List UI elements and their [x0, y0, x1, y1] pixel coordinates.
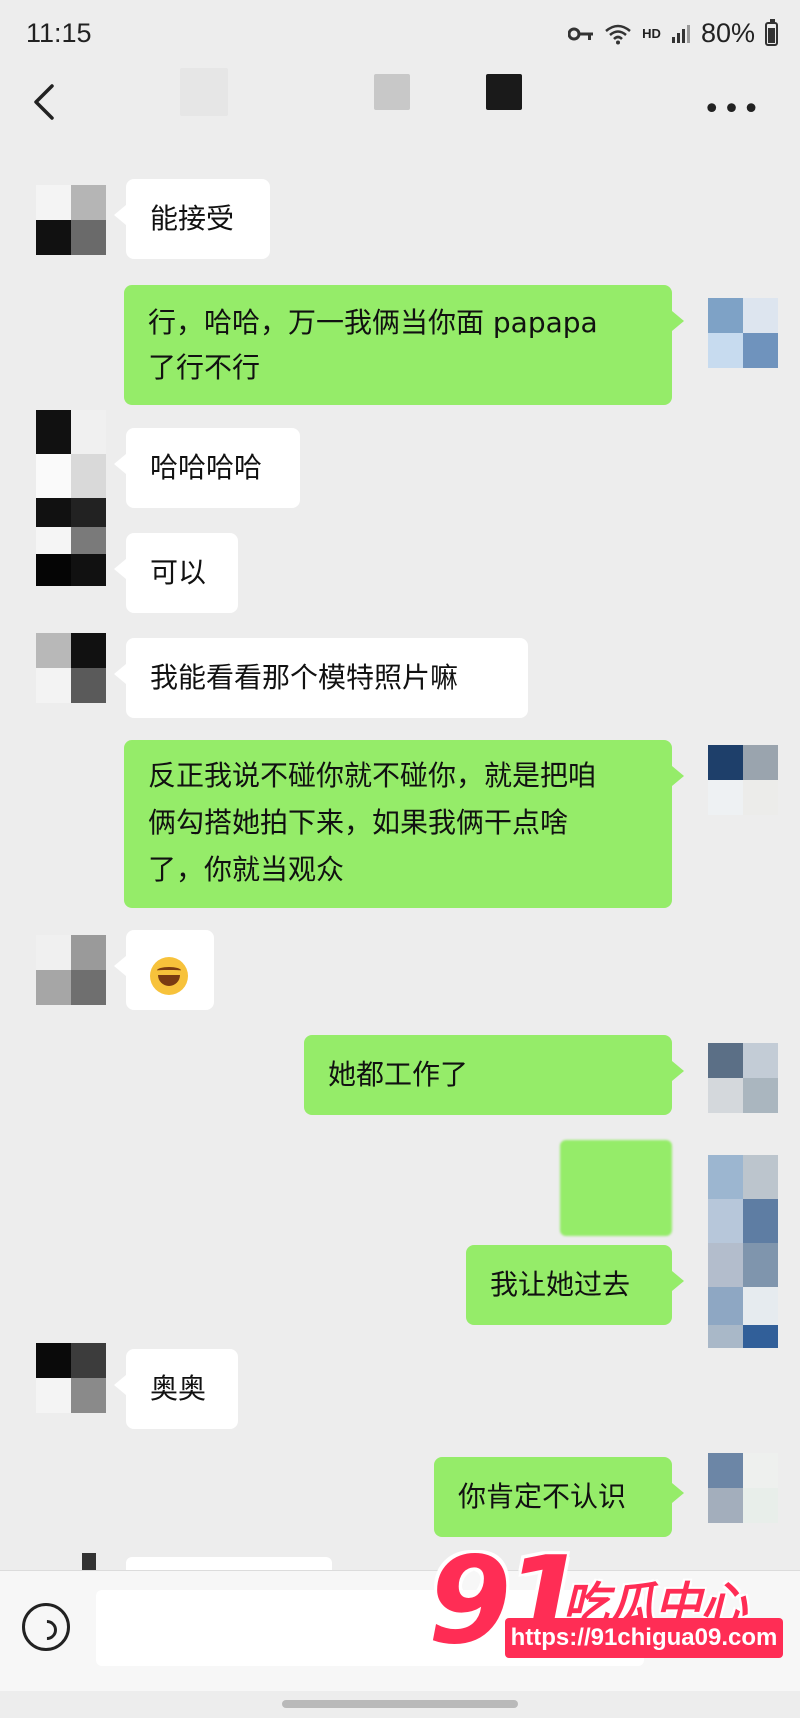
message-incoming[interactable]: 哈哈哈哈 — [114, 428, 300, 508]
battery-icon — [765, 18, 778, 46]
message-blurred-image[interactable] — [560, 1140, 672, 1236]
avatar[interactable] — [36, 527, 106, 581]
avatar[interactable] — [708, 745, 778, 815]
message-text: 行，哈哈，万一我俩当你面 papapa 了行不行 — [148, 306, 598, 384]
message-incoming[interactable]: 奥奥 — [114, 1349, 238, 1429]
avatar[interactable] — [708, 298, 778, 368]
key-icon — [568, 27, 594, 40]
chat-area: 能接受 行，哈哈，万一我俩当你面 papapa 了行不行 哈哈哈哈 可以 我能看… — [0, 135, 800, 1570]
avatar[interactable] — [36, 1343, 106, 1413]
avatar[interactable] — [708, 1453, 778, 1523]
chat-title-blurred — [180, 68, 228, 116]
chat-title-blurred — [374, 74, 410, 110]
avatar[interactable] — [36, 935, 106, 1005]
message-incoming[interactable] — [114, 930, 214, 1010]
message-outgoing[interactable]: 你肯定不认识 — [434, 1457, 684, 1537]
status-icons: HD 80% — [568, 18, 778, 49]
message-incoming-partial — [126, 1557, 332, 1570]
message-outgoing[interactable]: 行，哈哈，万一我俩当你面 papapa 了行不行 — [124, 285, 684, 405]
message-incoming[interactable]: 能接受 — [114, 179, 270, 259]
message-outgoing[interactable]: 她都工作了 — [304, 1035, 684, 1115]
avatar[interactable] — [708, 1325, 778, 1371]
message-text: 反正我说不碰你就不碰你，就是把咱 俩勾搭她拍下来，如果我俩干点啥 了，你就当观众 — [148, 759, 597, 886]
avatar[interactable] — [36, 185, 106, 255]
message-incoming[interactable]: 可以 — [114, 533, 238, 613]
chevron-left-icon[interactable] — [28, 80, 62, 124]
avatar-partial — [82, 1553, 96, 1570]
network-type: HD — [642, 26, 661, 41]
message-outgoing[interactable]: 反正我说不碰你就不碰你，就是把咱 俩勾搭她拍下来，如果我俩干点啥 了，你就当观众 — [124, 740, 684, 908]
home-indicator — [282, 1700, 518, 1708]
chat-title-blurred — [486, 74, 522, 110]
more-dots-icon[interactable]: ••• — [703, 92, 762, 127]
avatar[interactable] — [36, 633, 106, 703]
laughing-tears-emoji — [150, 957, 188, 995]
wifi-icon — [605, 24, 631, 44]
avatar[interactable] — [708, 1155, 778, 1331]
status-time: 11:15 — [26, 18, 92, 48]
message-incoming[interactable]: 我能看看那个模特照片嘛 — [114, 638, 528, 718]
message-outgoing[interactable]: 我让她过去 — [466, 1245, 684, 1325]
voice-icon[interactable] — [22, 1603, 70, 1651]
signal-icon — [671, 24, 690, 43]
watermark-url: https://91chigua09.com — [505, 1618, 783, 1658]
battery-percent: 80% — [700, 18, 755, 48]
avatar[interactable] — [708, 1043, 778, 1113]
